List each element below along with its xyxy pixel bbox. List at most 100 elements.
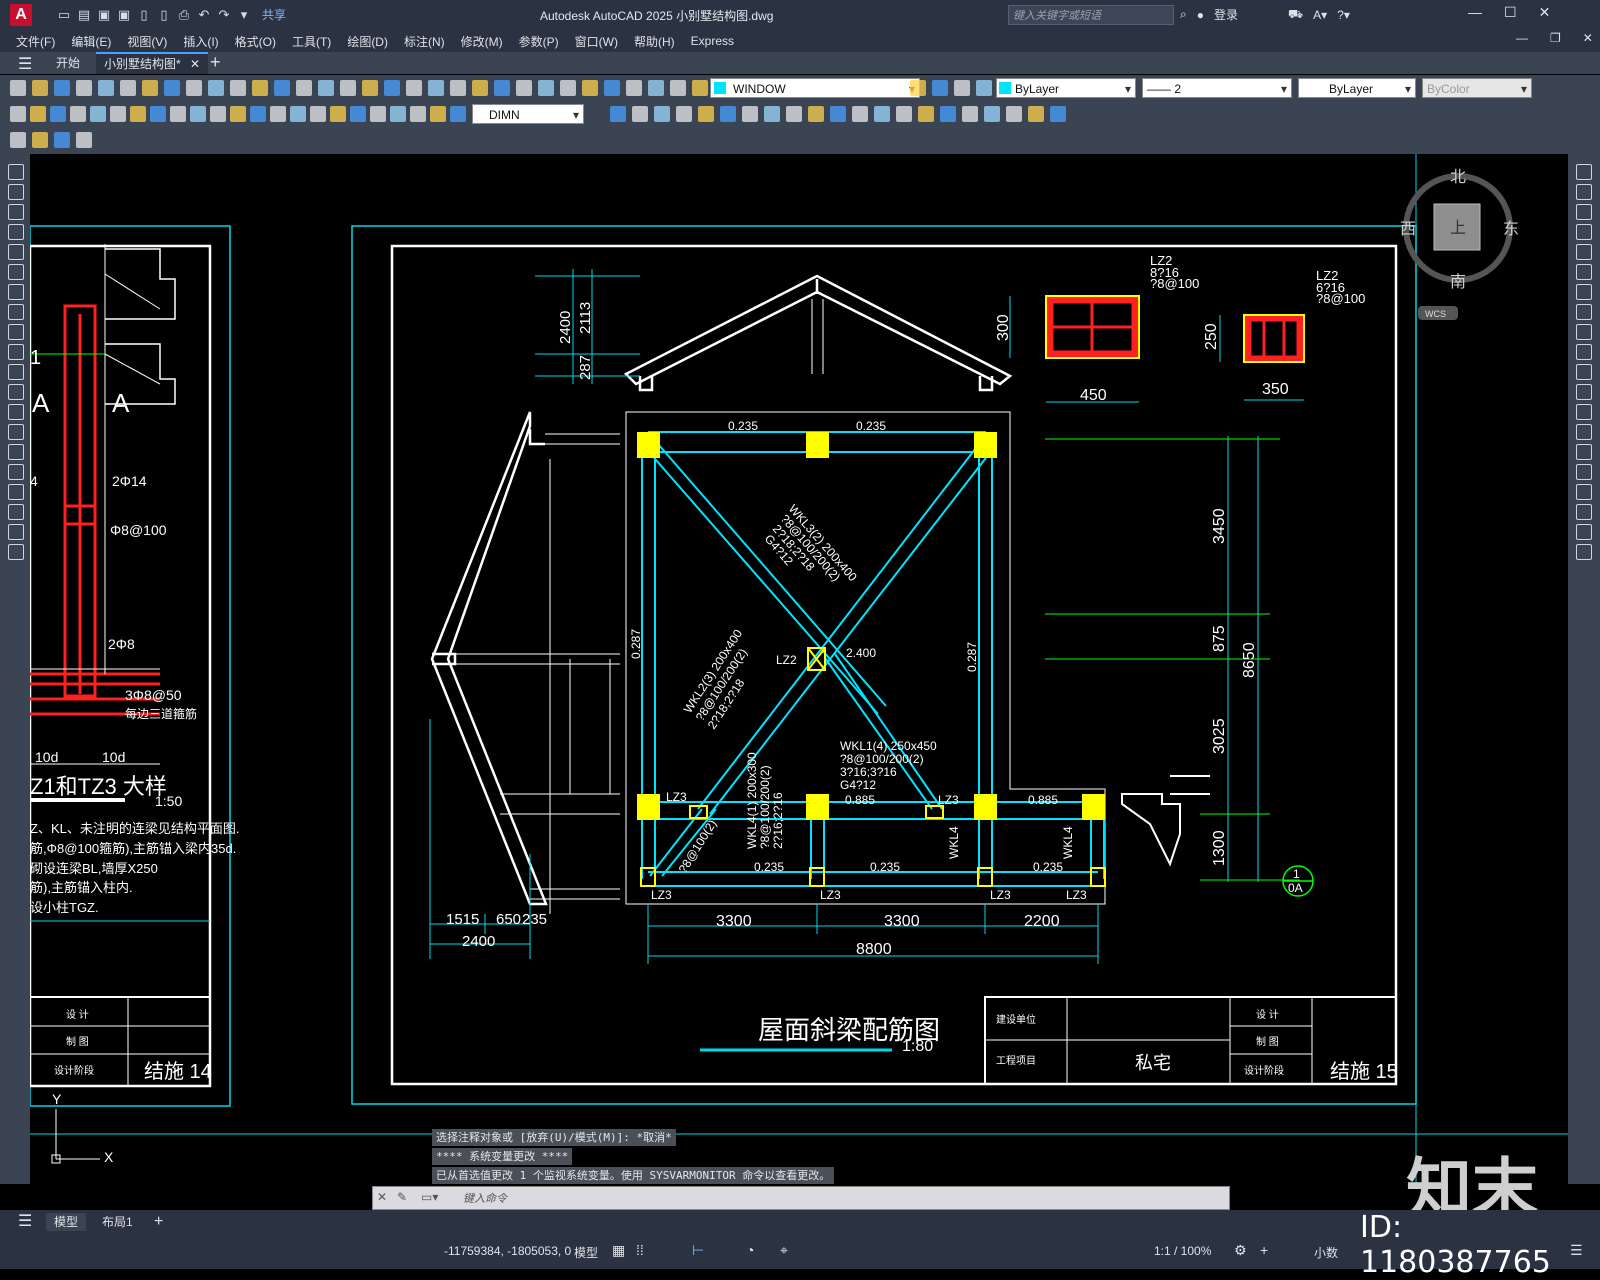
toolbar-tool-icon[interactable] — [670, 80, 686, 96]
palette-tool-icon[interactable] — [8, 344, 24, 360]
palette-tool-icon[interactable] — [8, 244, 24, 260]
toolbar-tool-icon[interactable] — [208, 80, 224, 96]
toolbar-tool-icon[interactable] — [142, 80, 158, 96]
toolbar-tool-icon[interactable] — [210, 106, 226, 122]
tab-document[interactable]: 小别墅结构图* ✕ — [96, 52, 209, 74]
toolbar-tool-icon[interactable] — [940, 106, 956, 122]
palette-tool-icon[interactable] — [1576, 524, 1592, 540]
toolbar-tool-icon[interactable] — [962, 106, 978, 122]
palette-tool-icon[interactable] — [8, 304, 24, 320]
toolbar-tool-icon[interactable] — [632, 106, 648, 122]
toolbar-tool-icon[interactable] — [676, 106, 692, 122]
palette-tool-icon[interactable] — [1576, 304, 1592, 320]
toolbar-tool-icon[interactable] — [896, 106, 912, 122]
snap-icon[interactable]: ⁞⁞ — [636, 1242, 644, 1258]
plotstyle-dropdown[interactable]: ByColor — [1422, 78, 1532, 99]
new-file-icon[interactable]: ▭ — [56, 7, 72, 23]
login-button[interactable]: 登录 — [1214, 6, 1238, 23]
palette-tool-icon[interactable] — [1576, 464, 1592, 480]
undo-icon[interactable]: ↶ — [196, 7, 212, 23]
toolbar-tool-icon[interactable] — [428, 80, 444, 96]
new-tab-icon[interactable]: + — [210, 52, 221, 73]
toolbar-tool-icon[interactable] — [390, 106, 406, 122]
cart-icon[interactable]: ⛟ — [1288, 7, 1303, 23]
toolbar-tool-icon[interactable] — [582, 80, 598, 96]
toolbar-tool-icon[interactable] — [560, 80, 576, 96]
layer-dropdown[interactable]: WINDOW — [710, 78, 920, 99]
toolbar-tool-icon[interactable] — [130, 106, 146, 122]
toolbar-tool-icon[interactable] — [76, 132, 92, 148]
toolbar-tool-icon[interactable] — [830, 106, 846, 122]
toolbar-tool-icon[interactable] — [120, 80, 136, 96]
viewcube-south[interactable]: 南 — [1450, 273, 1466, 291]
toolbar-tool-icon[interactable] — [1028, 106, 1044, 122]
palette-tool-icon[interactable] — [1576, 284, 1592, 300]
status-model-toggle[interactable]: 模型 — [574, 1244, 598, 1261]
toolbar-tool-icon[interactable] — [450, 80, 466, 96]
viewcube-west[interactable]: 西 — [1400, 221, 1416, 238]
palette-tool-icon[interactable] — [1576, 344, 1592, 360]
toolbar-tool-icon[interactable] — [164, 80, 180, 96]
palette-tool-icon[interactable] — [8, 444, 24, 460]
add-layout-icon[interactable]: + — [146, 1213, 171, 1231]
toolbar-tool-icon[interactable] — [626, 80, 642, 96]
toolbar-tool-icon[interactable] — [10, 80, 26, 96]
polar-icon[interactable]: ◔ — [746, 1242, 754, 1258]
toolbar-tool-icon[interactable] — [604, 80, 620, 96]
menu-edit[interactable]: 编辑(E) — [71, 33, 111, 50]
menu-file[interactable]: 文件(F) — [16, 33, 55, 50]
toolbar-tool-icon[interactable] — [296, 80, 312, 96]
toolbar-tool-icon[interactable] — [150, 106, 166, 122]
toolbar-tool-icon[interactable] — [698, 106, 714, 122]
toolbar-tool-icon[interactable] — [76, 80, 92, 96]
settings-icon[interactable]: ⚙ — [1234, 1242, 1247, 1259]
toolbar-tool-icon[interactable] — [230, 106, 246, 122]
palette-tool-icon[interactable] — [8, 284, 24, 300]
doc-restore-icon[interactable]: ❐ — [1550, 31, 1561, 45]
customize-icon[interactable]: ✎ — [397, 1190, 407, 1204]
viewcube-top[interactable]: 上 — [1450, 219, 1466, 237]
menu-format[interactable]: 格式(O) — [235, 33, 276, 50]
linetype-dropdown[interactable]: ByLayer — [1298, 78, 1416, 99]
toolbar-tool-icon[interactable] — [1050, 106, 1066, 122]
menu-view[interactable]: 视图(V) — [127, 33, 167, 50]
minimize-icon[interactable]: — — [1468, 4, 1482, 21]
save-web-icon[interactable]: ▯ — [156, 7, 172, 23]
toolbar-tool-icon[interactable] — [318, 80, 334, 96]
toolbar-tool-icon[interactable] — [350, 106, 366, 122]
annotation-scale[interactable]: 1:1 / 100% — [1154, 1244, 1211, 1258]
search-icon[interactable]: ⌕ — [1180, 7, 1187, 22]
toolbar-tool-icon[interactable] — [808, 106, 824, 122]
toolbar-tool-icon[interactable] — [648, 80, 664, 96]
menu-draw[interactable]: 绘图(D) — [347, 33, 388, 50]
lineweight-dropdown[interactable]: —— 2 — [1142, 78, 1292, 99]
toolbar-tool-icon[interactable] — [370, 106, 386, 122]
autodesk-account-icon[interactable]: A▾ — [1313, 8, 1327, 22]
palette-tool-icon[interactable] — [1576, 544, 1592, 560]
drawing-canvas[interactable]: 1 A A 4 2Φ14 Φ8@100 2Φ8 3Φ8@50 每边三道箍筋 10… — [28, 154, 1568, 1184]
toolbar-tool-icon[interactable] — [932, 80, 948, 96]
palette-tool-icon[interactable] — [1576, 264, 1592, 280]
menu-express[interactable]: Express — [691, 34, 734, 48]
toolbar-tool-icon[interactable] — [190, 106, 206, 122]
palette-tool-icon[interactable] — [8, 524, 24, 540]
toolbar-tool-icon[interactable] — [250, 106, 266, 122]
toolbar-tool-icon[interactable] — [70, 106, 86, 122]
help-icon[interactable]: ?▾ — [1337, 8, 1350, 22]
toolbar-tool-icon[interactable] — [384, 80, 400, 96]
user-icon[interactable]: ● — [1197, 8, 1204, 22]
toolbar-tool-icon[interactable] — [10, 132, 26, 148]
toolbar-tool-icon[interactable] — [764, 106, 780, 122]
palette-tool-icon[interactable] — [1576, 384, 1592, 400]
toolbar-tool-icon[interactable] — [270, 106, 286, 122]
toolbar-tool-icon[interactable] — [230, 80, 246, 96]
toolbar-tool-icon[interactable] — [330, 106, 346, 122]
toolbar-tool-icon[interactable] — [340, 80, 356, 96]
palette-tool-icon[interactable] — [1576, 444, 1592, 460]
menu-window[interactable]: 窗口(W) — [575, 33, 618, 50]
add-icon[interactable]: + — [1260, 1242, 1268, 1258]
palette-tool-icon[interactable] — [8, 504, 24, 520]
palette-tool-icon[interactable] — [8, 184, 24, 200]
palette-tool-icon[interactable] — [1576, 484, 1592, 500]
viewcube[interactable] — [1403, 173, 1513, 320]
